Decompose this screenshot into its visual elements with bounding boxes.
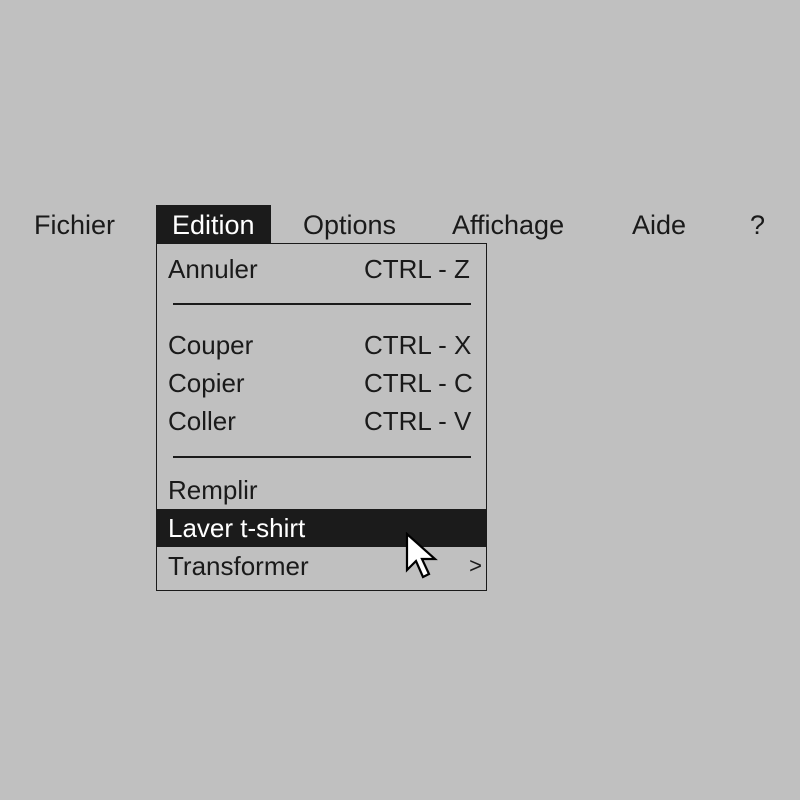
menu-item-label: Copier [168,368,245,398]
submenu-arrow-icon: > [469,553,482,578]
menu-separator [173,456,471,458]
menu-fichier[interactable]: Fichier [34,205,115,243]
menu-item-shortcut: CTRL - Z [364,254,470,284]
menu-item-couper[interactable]: Couper CTRL - X [157,326,486,364]
menu-item-shortcut: CTRL - C [364,368,473,398]
menu-item-shortcut: CTRL - X [364,330,472,360]
menu-item-label: Couper [168,330,254,360]
menu-separator [173,303,471,305]
menu-item-label: Remplir [168,475,258,505]
menu-edition[interactable]: Edition [156,205,271,243]
menu-item-label: Coller [168,406,236,436]
menu-item-copier[interactable]: Copier CTRL - C [157,364,486,402]
menu-item-shortcut: CTRL - V [364,406,472,436]
arrow-pointer-icon [405,532,438,579]
menu-bar: Fichier Edition Options Affichage Aide ? [0,205,800,243]
menu-item-label: Annuler [168,254,258,284]
menu-help-question[interactable]: ? [750,205,765,243]
menu-item-coller[interactable]: Coller CTRL - V [157,402,486,440]
menu-item-label: Laver t-shirt [168,513,306,543]
menu-item-annuler[interactable]: Annuler CTRL - Z [157,250,486,288]
menu-aide[interactable]: Aide [632,205,686,243]
menu-options[interactable]: Options [303,205,396,243]
menu-item-remplir[interactable]: Remplir [157,471,486,509]
menu-affichage[interactable]: Affichage [452,205,564,243]
menu-item-label: Transformer [168,551,309,581]
